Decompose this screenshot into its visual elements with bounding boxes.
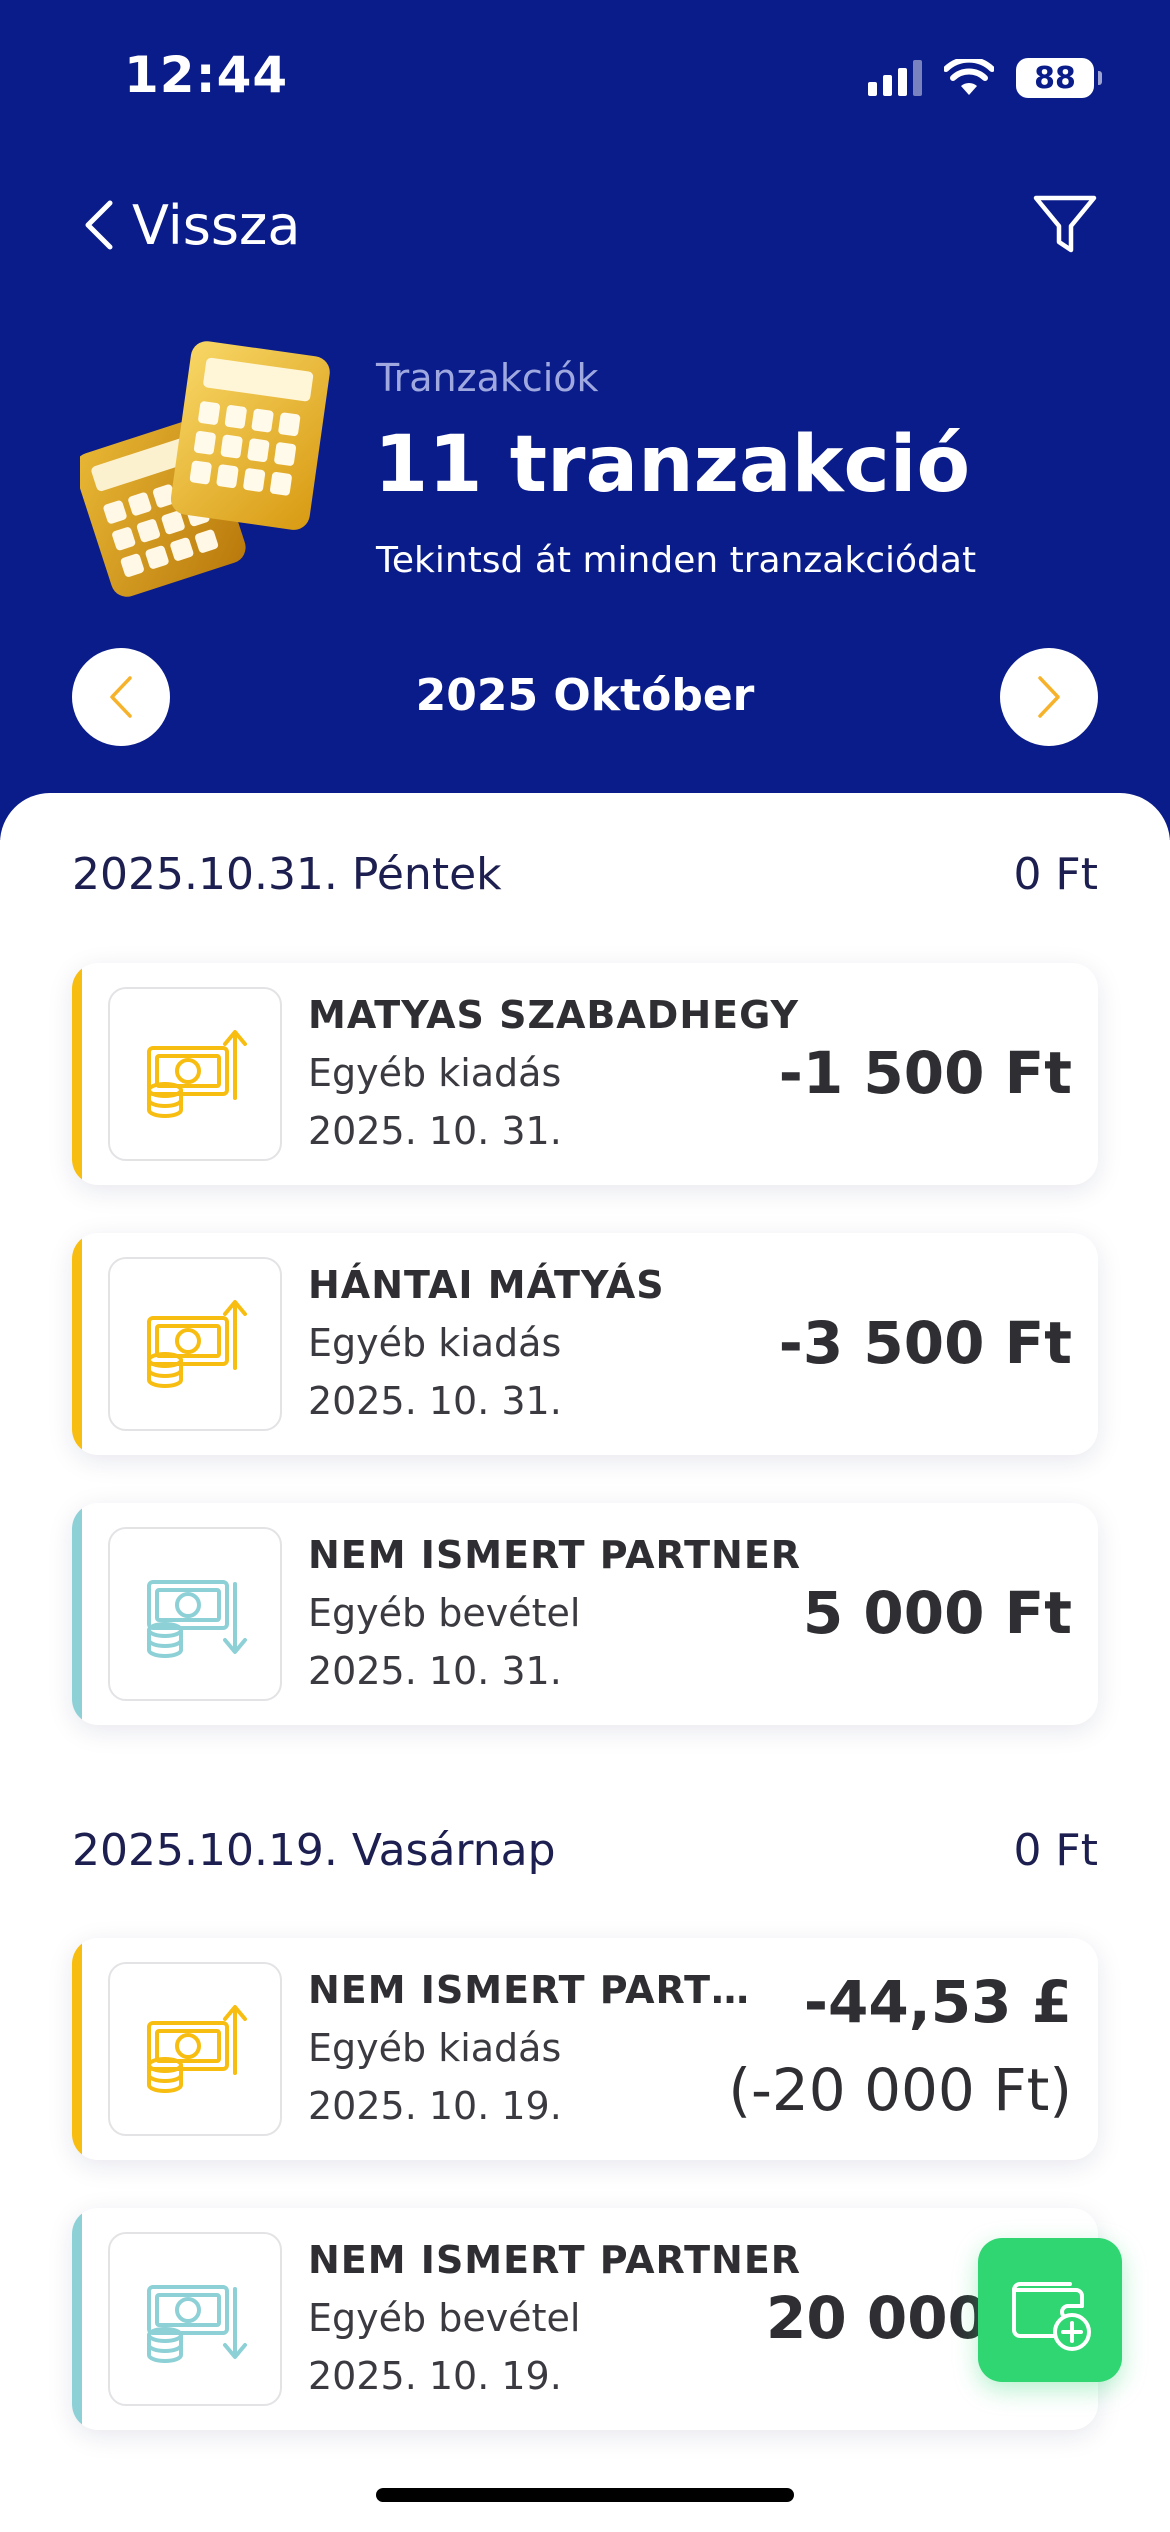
hero-subtitle: Tekintsd át minden tranzakciódat [376, 540, 977, 581]
day-total: 0 Ft [1013, 1825, 1098, 1876]
category-icon-box [108, 1962, 282, 2136]
chevron-right-icon [1038, 676, 1060, 718]
partner-name: NEM ISMERT PARTNER [308, 1533, 802, 1577]
category-icon-box [108, 2232, 282, 2406]
month-selector: 2025 Október [0, 648, 1170, 748]
money-expense-icon [147, 2005, 247, 2093]
chevron-left-icon [85, 200, 113, 250]
header: 12:44 88 Vissza Tranzakciók 11 tranzakci… [0, 0, 1170, 840]
transaction-date: 2025. 10. 31. [308, 1379, 562, 1423]
income-accent [72, 2208, 82, 2430]
back-button[interactable]: Vissza [80, 190, 300, 260]
wifi-icon [944, 59, 994, 95]
money-income-icon [147, 1580, 247, 1658]
day-date: 2025.10.31. Péntek [72, 849, 502, 900]
back-label: Vissza [132, 193, 301, 257]
amount: -3 500 Ft [778, 1309, 1072, 1377]
calculator-icon [80, 341, 330, 597]
transaction-card[interactable]: HÁNTAI MÁTYÁS Egyéb kiadás 2025. 10. 31.… [72, 1233, 1098, 1455]
category-label: Egyéb kiadás [308, 1321, 562, 1365]
day-date: 2025.10.19. Vasárnap [72, 1825, 556, 1876]
category-label: Egyéb kiadás [308, 1051, 562, 1095]
status-time: 12:44 [124, 46, 289, 104]
transactions-screen: 12:44 88 Vissza Tranzakciók 11 tranzakci… [0, 0, 1170, 2532]
money-expense-icon [147, 1030, 247, 1118]
amount: -1 500 Ft [778, 1039, 1072, 1107]
category-icon-box [108, 1527, 282, 1701]
hero-title: 11 tranzakció [374, 420, 971, 510]
transaction-date: 2025. 10. 31. [308, 1649, 562, 1693]
day-header: 2025.10.19. Vasárnap 0 Ft [72, 1825, 1098, 1885]
transaction-card[interactable]: MATYAS SZABADHEGY Egyéb kiadás 2025. 10.… [72, 963, 1098, 1185]
add-transaction-button[interactable] [978, 2238, 1122, 2382]
category-label: Egyéb kiadás [308, 2026, 562, 2070]
transaction-date: 2025. 10. 19. [308, 2084, 562, 2128]
month-label: 2025 Október [415, 670, 755, 721]
filter-icon [1033, 195, 1097, 253]
amount: -44,53 £ [803, 1968, 1072, 2036]
add-wallet-icon [1012, 2282, 1091, 2351]
transaction-card[interactable]: NEM ISMERT PART… Egyéb kiadás 2025. 10. … [72, 1938, 1098, 2160]
amount: 5 000 Ft [802, 1579, 1072, 1647]
transaction-date: 2025. 10. 19. [308, 2354, 562, 2398]
partner-name: MATYAS SZABADHEGY [308, 993, 799, 1037]
money-income-icon [147, 2285, 247, 2363]
money-expense-icon [147, 1300, 247, 1388]
amount: 20 000 [766, 2284, 988, 2352]
day-header: 2025.10.31. Péntek 0 Ft [72, 849, 1098, 909]
transaction-card[interactable]: NEM ISMERT PARTNER Egyéb bevétel 2025. 1… [72, 2208, 1098, 2430]
expense-accent [72, 963, 82, 1185]
hero-eyebrow: Tranzakciók [376, 356, 599, 400]
next-month-button[interactable] [1000, 648, 1098, 746]
category-icon-box [108, 1257, 282, 1431]
transaction-date: 2025. 10. 31. [308, 1109, 562, 1153]
transaction-card[interactable]: NEM ISMERT PARTNER Egyéb bevétel 2025. 1… [72, 1503, 1098, 1725]
filter-button[interactable] [1030, 190, 1100, 260]
category-icon-box [108, 987, 282, 1161]
expense-accent [72, 1233, 82, 1455]
home-indicator[interactable] [376, 2488, 794, 2502]
battery-icon: 88 [1016, 58, 1102, 98]
day-total: 0 Ft [1013, 849, 1098, 900]
category-label: Egyéb bevétel [308, 1591, 581, 1635]
status-icons: 88 [868, 56, 1102, 100]
partner-name: NEM ISMERT PART… [308, 1968, 751, 2012]
converted-amount: (-20 000 Ft) [728, 2056, 1072, 2124]
partner-name: HÁNTAI MÁTYÁS [308, 1263, 665, 1307]
income-accent [72, 1503, 82, 1725]
expense-accent [72, 1938, 82, 2160]
partner-name: NEM ISMERT PARTNER [308, 2238, 802, 2282]
cellular-signal-icon [868, 60, 922, 96]
category-label: Egyéb bevétel [308, 2296, 581, 2340]
